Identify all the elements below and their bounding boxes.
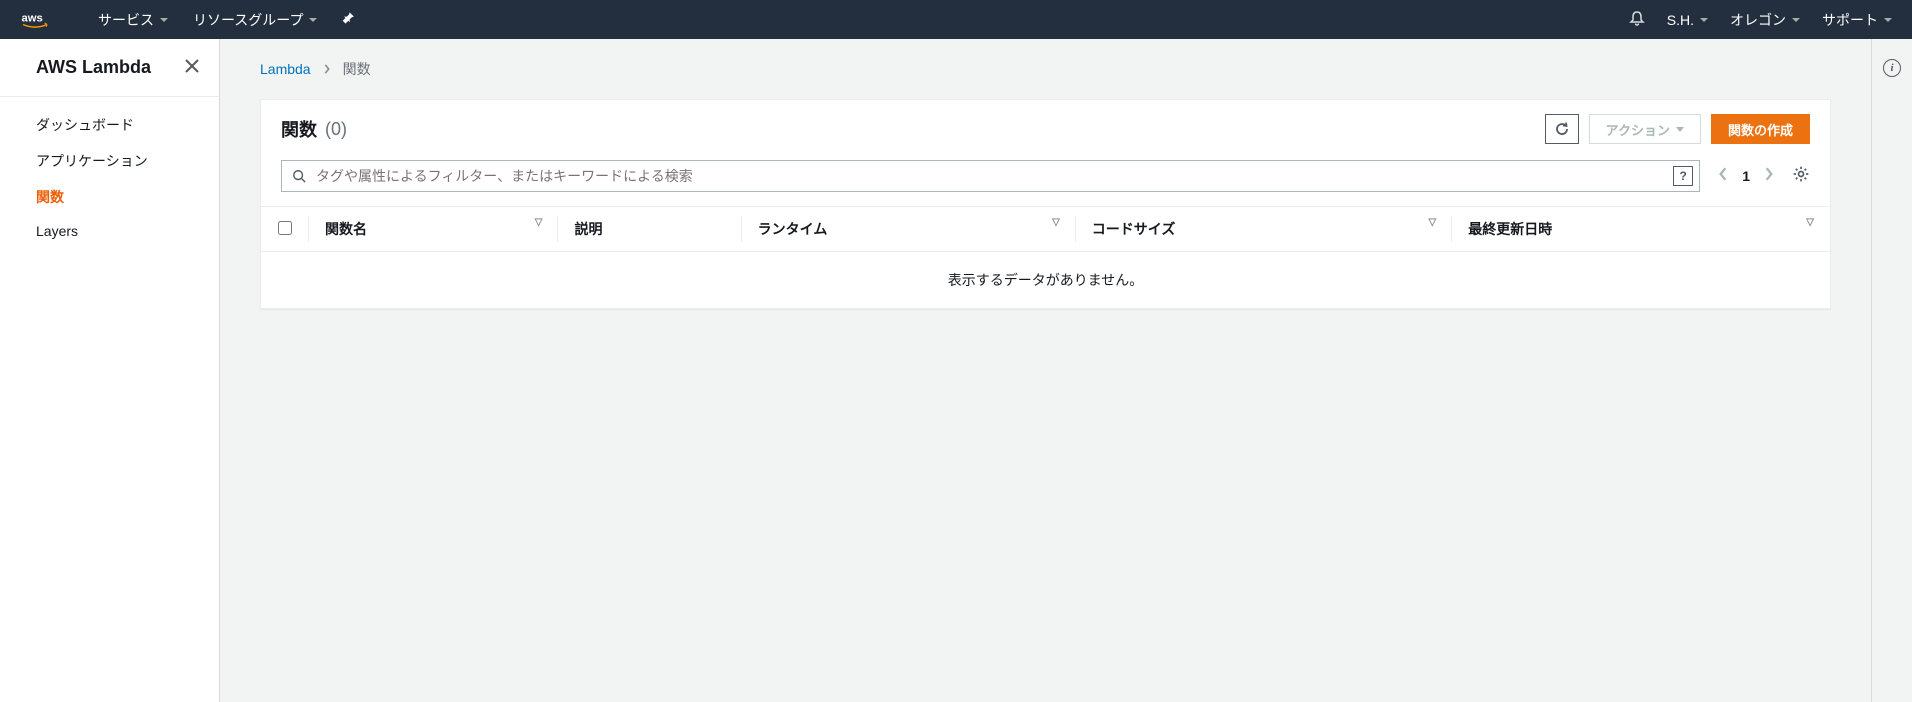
col-codesize[interactable]: コードサイズ ▽ [1076, 207, 1452, 252]
create-function-button[interactable]: 関数の作成 [1711, 114, 1810, 144]
panel-actions: アクション 関数の作成 [1545, 114, 1810, 144]
panel-count: (0) [325, 119, 347, 140]
account-menu[interactable]: S.H. [1667, 12, 1708, 28]
region-label: オレゴン [1730, 10, 1786, 30]
search-wrap: ? [281, 160, 1700, 192]
chevron-down-icon [1884, 18, 1892, 22]
panel-header: 関数 (0) アクション 関数の作成 [261, 100, 1830, 152]
right-rail: i [1872, 39, 1912, 702]
actions-label: アクション [1606, 120, 1670, 139]
refresh-icon [1554, 121, 1570, 137]
chevron-down-icon [160, 18, 168, 22]
refresh-button[interactable] [1545, 114, 1579, 144]
sort-icon: ▽ [1806, 219, 1814, 227]
pager: 1 [1718, 167, 1774, 186]
global-nav: aws サービス リソースグループ S.H. オレゴン [0, 0, 1912, 39]
breadcrumb-root[interactable]: Lambda [260, 61, 311, 77]
sidebar-item-dashboard[interactable]: ダッシュボード [0, 107, 219, 143]
sort-icon: ▽ [535, 219, 543, 227]
chevron-right-icon [323, 61, 331, 77]
select-all-header [261, 207, 309, 252]
main: Lambda 関数 関数 (0) アクション [220, 39, 1872, 702]
next-page-button[interactable] [1764, 167, 1774, 186]
region-menu[interactable]: オレゴン [1730, 10, 1800, 30]
sidebar-title: AWS Lambda [36, 57, 151, 78]
services-label: サービス [98, 10, 154, 30]
sidebar-item-layers[interactable]: Layers [0, 215, 219, 247]
svg-text:aws: aws [22, 12, 43, 24]
services-menu[interactable]: サービス [98, 10, 168, 30]
col-lastmodified[interactable]: 最終更新日時 ▽ [1452, 207, 1830, 252]
chevron-down-icon [1792, 18, 1800, 22]
sort-icon: ▽ [1429, 219, 1437, 227]
chevron-down-icon [309, 18, 317, 22]
settings-button[interactable] [1792, 165, 1810, 188]
sidebar-header: AWS Lambda [0, 39, 219, 97]
search-input[interactable] [282, 161, 1699, 191]
resource-groups-label: リソースグループ [193, 10, 303, 30]
topnav-left: サービス リソースグループ [98, 10, 356, 30]
close-icon[interactable] [185, 57, 199, 78]
col-description[interactable]: 説明 [558, 207, 741, 252]
resource-groups-menu[interactable]: リソースグループ [193, 10, 317, 30]
user-label: S.H. [1667, 12, 1694, 28]
functions-panel: 関数 (0) アクション 関数の作成 [260, 99, 1831, 309]
notifications-icon[interactable] [1629, 10, 1645, 29]
create-function-label: 関数の作成 [1728, 120, 1793, 139]
actions-button[interactable]: アクション [1589, 114, 1701, 144]
chevron-down-icon [1700, 18, 1708, 22]
empty-message: 表示するデータがありません。 [261, 252, 1830, 309]
pin-icon[interactable] [342, 11, 356, 28]
support-menu[interactable]: サポート [1822, 10, 1892, 30]
help-icon[interactable]: ? [1673, 166, 1693, 186]
sidebar-nav: ダッシュボード アプリケーション 関数 Layers [0, 97, 219, 257]
sidebar-item-applications[interactable]: アプリケーション [0, 143, 219, 179]
sort-icon: ▽ [1052, 219, 1060, 227]
support-label: サポート [1822, 10, 1878, 30]
page-number: 1 [1742, 168, 1750, 184]
breadcrumb: Lambda 関数 [260, 59, 1831, 79]
panel-title: 関数 [281, 116, 317, 142]
aws-logo[interactable]: aws [20, 11, 68, 29]
search-icon [292, 169, 306, 183]
select-all-checkbox[interactable] [278, 221, 292, 235]
sidebar: AWS Lambda ダッシュボード アプリケーション 関数 Layers [0, 39, 220, 702]
prev-page-button[interactable] [1718, 167, 1728, 186]
breadcrumb-current: 関数 [343, 59, 371, 79]
col-runtime[interactable]: ランタイム ▽ [742, 207, 1076, 252]
sidebar-item-functions[interactable]: 関数 [0, 179, 219, 215]
panel-toolbar: ? 1 [261, 152, 1830, 206]
container: AWS Lambda ダッシュボード アプリケーション 関数 Layers La… [0, 39, 1912, 702]
col-name[interactable]: 関数名 ▽ [309, 207, 558, 252]
gear-icon [1792, 165, 1810, 183]
chevron-down-icon [1676, 127, 1684, 132]
topnav-right: S.H. オレゴン サポート [1629, 10, 1892, 30]
functions-table: 関数名 ▽ 説明 ランタイム ▽ コードサイズ ▽ [261, 206, 1830, 308]
info-icon[interactable]: i [1883, 59, 1901, 77]
